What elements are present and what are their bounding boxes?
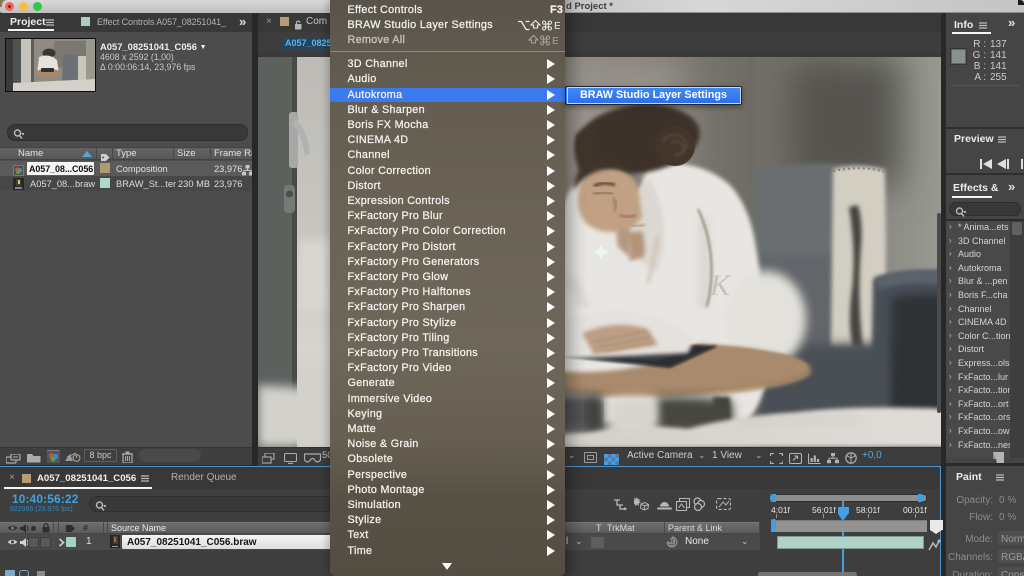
svg-text:K: K xyxy=(709,269,732,302)
svg-text:E: E xyxy=(554,20,560,31)
svg-text:E: E xyxy=(552,35,558,46)
